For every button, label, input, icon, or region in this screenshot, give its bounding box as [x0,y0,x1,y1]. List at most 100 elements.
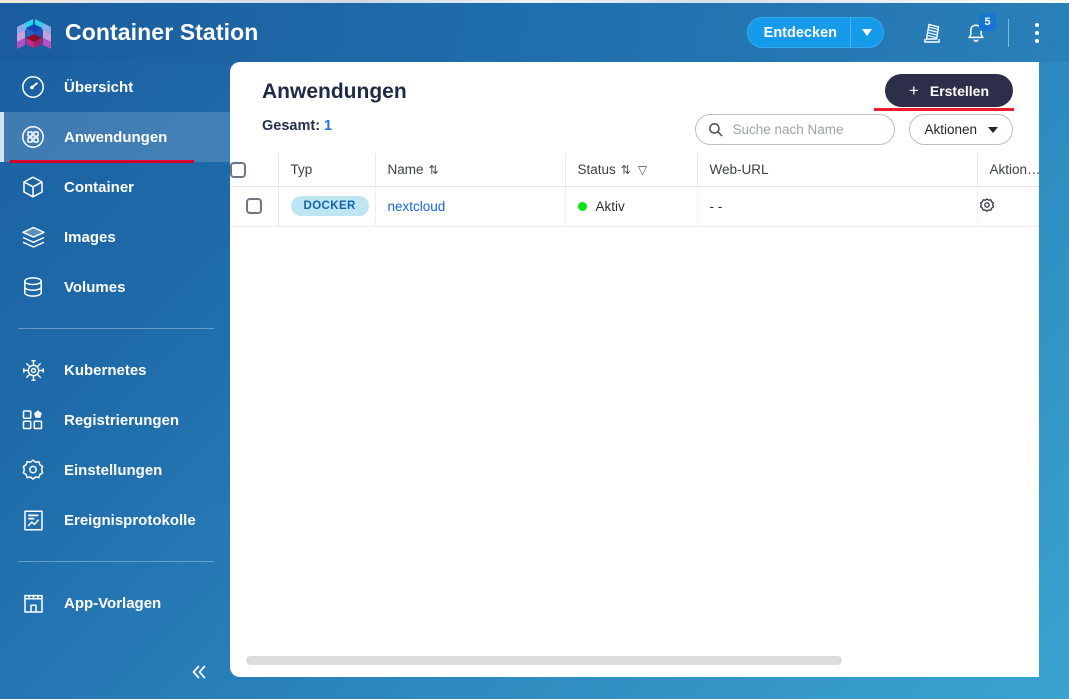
create-button-highlight [874,108,1014,111]
gear-icon[interactable] [978,197,1040,215]
total-label: Gesamt: [262,118,321,134]
container-station-cube-logo [16,15,52,51]
release-notes-button[interactable] [910,11,954,55]
app-header: Container Station Entdecken 5 [0,3,1069,62]
sidebar-item-volumes[interactable]: Volumes [0,262,230,312]
sidebar-item-label: Ereignisprotokolle [64,511,196,529]
notifications-button[interactable]: 5 [954,11,998,55]
column-header-name[interactable]: Name ⇅ [375,154,566,187]
cell-web-url: - - [697,186,978,227]
column-header-web-url[interactable]: Web-URL [697,154,978,187]
sidebar-item-app-vorlagen[interactable]: App-Vorlagen [0,578,230,628]
cell-status: Aktiv [565,186,698,227]
sidebar-item-einstellungen[interactable]: Einstellungen [0,445,230,495]
column-label: Typ [290,162,313,178]
status-label: Aktiv [595,198,625,214]
grid-apps-icon [18,122,48,152]
sidebar-item-label: Anwendungen [64,128,168,146]
column-header-status[interactable]: Status ⇅ ▽ [565,154,698,187]
actions-button[interactable]: Aktionen [909,114,1013,145]
column-label: Name [387,162,424,178]
application-name-link[interactable]: nextcloud [388,199,446,214]
chevrons-left-icon [188,661,210,683]
sidebar-collapse-button[interactable] [182,655,216,689]
sidebar-item-uebersicht[interactable]: Übersicht [0,62,230,112]
column-header-aktion[interactable]: Aktion… [977,154,1040,187]
sidebar-item-label: Images [64,228,116,246]
table-row[interactable]: DOCKER nextcloud Aktiv - - [230,186,1040,227]
column-label: Status [577,162,616,178]
scrollbar-thumb[interactable] [246,656,842,665]
sidebar-item-container[interactable]: Container [0,162,230,212]
table-body: DOCKER nextcloud Aktiv - - [230,186,1040,227]
column-label: Aktion… [989,162,1040,178]
panel-header: Anwendungen Gesamt: 1 + Erstellen Akti [230,62,1039,145]
chevron-down-icon [988,126,998,133]
plus-icon: + [908,81,919,100]
select-all-checkbox[interactable] [230,161,246,178]
release-notes-icon [921,21,943,45]
overflow-menu-button[interactable] [1019,13,1055,53]
kebab-menu-icon [1035,22,1039,27]
total-count: 1 [324,118,333,134]
event-log-icon [18,505,48,535]
header-divider [1008,18,1009,47]
registry-grid-icon [18,405,48,435]
sidebar-item-anwendungen[interactable]: Anwendungen [0,112,230,163]
create-button[interactable]: + Erstellen [884,74,1013,107]
column-header-typ[interactable]: Typ [278,154,376,187]
window-top-strip [0,0,1069,3]
header-actions: Entdecken 5 [746,11,1069,55]
kebab-menu-icon [1035,30,1039,35]
app-title: Container Station [65,19,259,45]
cell-typ: DOCKER [278,186,376,227]
sidebar-item-label: Übersicht [64,78,134,96]
gear-icon [18,455,48,485]
horizontal-scrollbar[interactable] [246,656,1023,665]
panel-tools: Aktionen [695,114,1013,145]
sidebar-item-kubernetes[interactable]: Kubernetes [0,345,230,395]
kebab-menu-icon [1035,38,1039,43]
cell-actions[interactable] [977,186,1040,227]
storefront-icon [18,588,48,618]
applications-panel: Anwendungen Gesamt: 1 + Erstellen Akti [230,62,1039,677]
sidebar-item-label: Volumes [64,278,126,296]
type-badge: DOCKER [290,196,369,216]
table-head: Typ Name ⇅ Status ⇅ ▽ Web-URL Aktion… [230,154,1040,187]
chevron-down-icon [862,29,872,36]
sidebar-item-label: Kubernetes [64,361,147,379]
cell-name: nextcloud [375,186,566,227]
discover-dropdown-toggle[interactable] [851,17,883,48]
database-icon [18,272,48,302]
search-box[interactable] [695,114,896,145]
sidebar-item-label: App-Vorlagen [64,594,162,612]
search-input[interactable] [732,122,883,137]
sidebar-divider-1 [18,328,214,329]
notifications-badge: 5 [979,13,996,31]
column-label: Web-URL [709,162,769,178]
select-all-cell [230,154,279,187]
sidebar-item-images[interactable]: Images [0,212,230,262]
discover-button-label: Entdecken [763,24,837,41]
table-header-row: Typ Name ⇅ Status ⇅ ▽ Web-URL Aktion… [230,154,1040,187]
sidebar-item-label: Container [64,178,135,196]
cube-icon [18,172,48,202]
row-checkbox[interactable] [245,198,262,215]
kubernetes-helm-icon [18,355,48,385]
layers-icon [18,222,48,252]
sort-icon[interactable]: ⇅ [429,163,439,177]
sidebar-divider-2 [18,561,214,562]
status-dot-icon [577,201,587,211]
sidebar: Übersicht Anwendungen Container Images V… [0,62,230,699]
gauge-icon [18,72,48,102]
sidebar-item-label: Registrierungen [64,411,180,429]
sidebar-item-registrierungen[interactable]: Registrierungen [0,395,230,445]
brand: Container Station [0,15,258,51]
sort-icon[interactable]: ⇅ [621,163,631,177]
row-select-cell [230,186,279,227]
search-icon [708,122,723,137]
sidebar-item-label: Einstellungen [64,461,163,479]
sidebar-item-ereignisprotokolle[interactable]: Ereignisprotokolle [0,495,230,545]
filter-icon[interactable]: ▽ [638,163,647,177]
discover-button[interactable]: Entdecken [746,17,884,48]
